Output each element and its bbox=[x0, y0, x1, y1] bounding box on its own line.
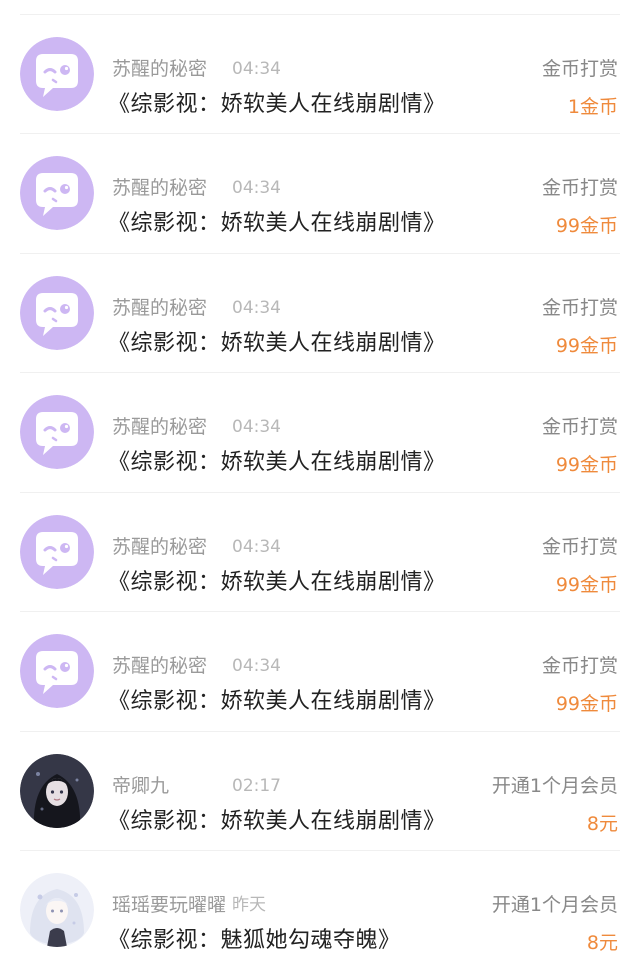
reward-type: 金币打赏 bbox=[541, 535, 618, 558]
book-title: 《综影视：娇软美人在线崩剧情》 bbox=[108, 211, 446, 236]
reward-amount: 99金币 bbox=[555, 454, 618, 476]
book-title: 《综影视：娇软美人在线崩剧情》 bbox=[108, 808, 446, 834]
chat-bubble-avatar-icon[interactable] bbox=[20, 36, 94, 111]
reward-amount: 1金币 bbox=[567, 95, 618, 118]
reward-amount: 99金币 bbox=[555, 693, 618, 715]
timestamp: 04:34 bbox=[232, 417, 281, 437]
user-name: 帝卿九 bbox=[112, 774, 170, 797]
book-title: 《综影视：娇软美人在线崩剧情》 bbox=[108, 569, 446, 595]
reward-type: 金币打赏 bbox=[541, 177, 618, 199]
reward-amount: 8元 bbox=[586, 812, 618, 835]
chat-bubble-avatar-icon[interactable] bbox=[20, 514, 94, 589]
reward-type: 金币打赏 bbox=[541, 57, 618, 80]
reward-record-list: 苏醒的秘密 04:34 《综影视：娇软美人在线崩剧情》 金币打赏 1金币 苏醒的秘密 04… bbox=[0, 0, 640, 965]
timestamp: 02:17 bbox=[232, 775, 281, 796]
book-title: 《综影视：娇软美人在线崩剧情》 bbox=[108, 91, 446, 117]
list-item[interactable]: 苏醒的秘密 04:34 《综影视：娇软美人在线崩剧情》 金币打赏 1金币 bbox=[0, 15, 640, 134]
list-item[interactable]: 苏醒的秘密 04:34 《综影视：娇软美人在线崩剧情》 金币打赏 99金币 bbox=[0, 493, 640, 612]
reward-amount: 8元 bbox=[586, 932, 618, 954]
user-name: 苏醒的秘密 bbox=[112, 57, 208, 80]
timestamp: 04:34 bbox=[232, 656, 281, 676]
book-title: 《综影视：娇软美人在线崩剧情》 bbox=[108, 450, 446, 475]
reward-type: 金币打赏 bbox=[541, 655, 618, 677]
timestamp: 04:34 bbox=[232, 58, 281, 79]
user-name: 苏醒的秘密 bbox=[112, 416, 208, 438]
user-name: 瑶瑶要玩曜曜 bbox=[112, 894, 227, 916]
avatar[interactable] bbox=[20, 873, 94, 947]
reward-type: 金币打赏 bbox=[541, 416, 618, 438]
reward-amount: 99金币 bbox=[555, 334, 618, 357]
list-item[interactable]: 苏醒的秘密 04:34 《综影视：娇软美人在线崩剧情》 金币打赏 99金币 bbox=[0, 254, 640, 373]
timestamp: 04:34 bbox=[232, 297, 281, 318]
book-title: 《综影视：魅狐她勾魂夺魄》 bbox=[108, 928, 401, 953]
list-item[interactable]: 帝卿九 02:17 《综影视：娇软美人在线崩剧情》 开通1个月会员 8元 bbox=[0, 732, 640, 851]
reward-type: 金币打赏 bbox=[541, 296, 618, 319]
user-name: 苏醒的秘密 bbox=[112, 177, 208, 199]
reward-amount: 99金币 bbox=[555, 215, 618, 237]
avatar[interactable] bbox=[20, 753, 94, 828]
timestamp: 昨天 bbox=[232, 895, 266, 915]
book-title: 《综影视：娇软美人在线崩剧情》 bbox=[108, 330, 446, 356]
reward-type: 开通1个月会员 bbox=[491, 894, 618, 916]
list-item[interactable]: 苏醒的秘密 04:34 《综影视：娇软美人在线崩剧情》 金币打赏 99金币 bbox=[0, 134, 640, 254]
reward-amount: 99金币 bbox=[555, 573, 618, 596]
user-name: 苏醒的秘密 bbox=[112, 296, 208, 319]
book-title: 《综影视：娇软美人在线崩剧情》 bbox=[108, 689, 446, 714]
timestamp: 04:34 bbox=[232, 178, 281, 198]
list-item[interactable]: 苏醒的秘密 04:34 《综影视：娇软美人在线崩剧情》 金币打赏 99金币 bbox=[0, 612, 640, 732]
user-name: 苏醒的秘密 bbox=[112, 655, 208, 677]
list-item[interactable]: 瑶瑶要玩曜曜 昨天《综影视：魅狐她勾魂夺魄》 开通1个月会员 8元 bbox=[0, 851, 640, 965]
chat-bubble-avatar-icon[interactable] bbox=[20, 395, 94, 469]
timestamp: 04:34 bbox=[232, 536, 281, 557]
chat-bubble-avatar-icon[interactable] bbox=[20, 156, 94, 230]
reward-type: 开通1个月会员 bbox=[491, 774, 618, 797]
user-name: 苏醒的秘密 bbox=[112, 535, 208, 558]
list-item[interactable]: 苏醒的秘密 04:34 《综影视：娇软美人在线崩剧情》 金币打赏 99金币 bbox=[0, 373, 640, 493]
chat-bubble-avatar-icon[interactable] bbox=[20, 275, 94, 350]
chat-bubble-avatar-icon[interactable] bbox=[20, 634, 94, 708]
